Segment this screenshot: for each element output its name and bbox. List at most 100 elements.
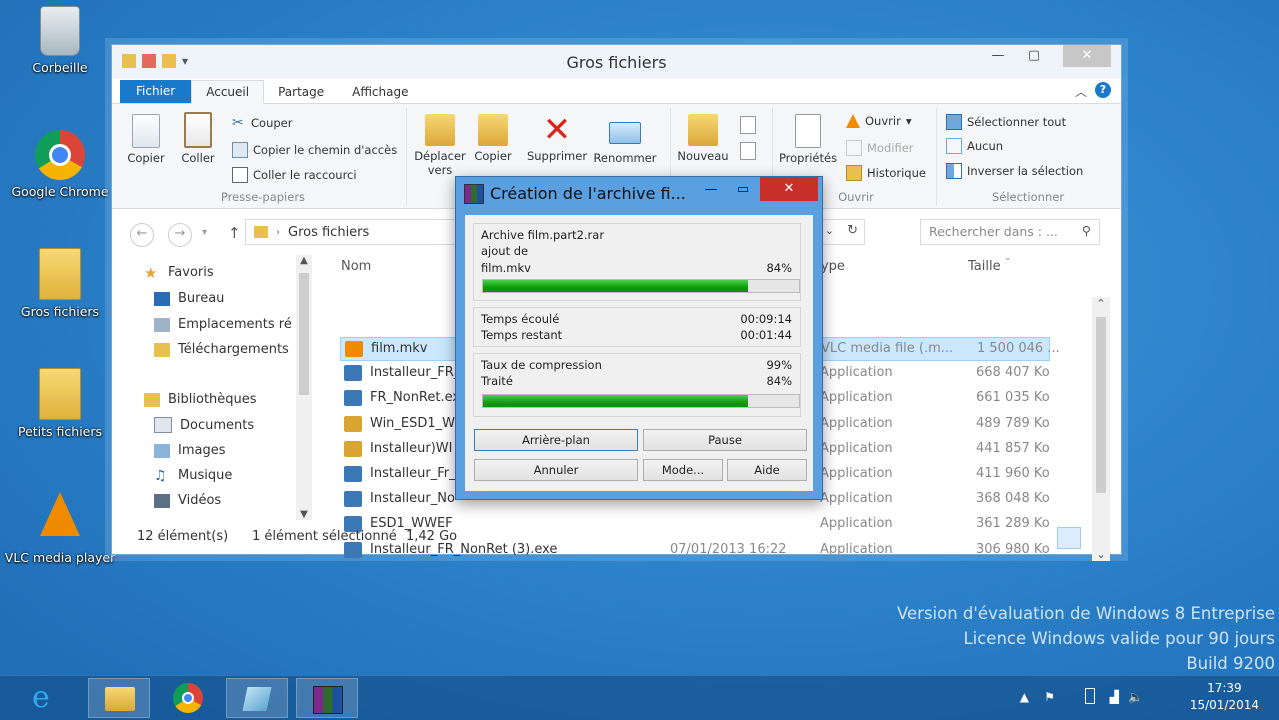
column-header-name[interactable]: Nom — [341, 259, 371, 274]
pause-button[interactable]: Pause — [643, 429, 807, 451]
network-signal-icon[interactable]: ▟ — [1110, 690, 1119, 704]
cancel-button[interactable]: Annuler — [474, 459, 638, 481]
history-button[interactable]: Historique — [846, 165, 926, 181]
help-icon[interactable]: ? — [1095, 82, 1111, 98]
new-folder-button[interactable]: Nouveau dossier — [672, 114, 734, 163]
tab-view[interactable]: Affichage — [338, 81, 422, 103]
maximize-button[interactable]: ▢ — [1017, 45, 1051, 67]
battery-icon[interactable] — [1085, 688, 1095, 704]
copy-path-button[interactable]: Copier le chemin d'accès — [232, 142, 397, 158]
tab-file[interactable]: Fichier — [120, 80, 192, 103]
tab-share[interactable]: Partage — [264, 81, 338, 103]
nav-libraries[interactable]: Bibliothèques — [144, 392, 257, 407]
dialog-minimize-button[interactable]: — — [698, 180, 724, 200]
nav-videos[interactable]: Vidéos — [154, 493, 221, 508]
nav-scroll-thumb[interactable] — [299, 273, 309, 395]
scroll-up-icon[interactable]: ▲ — [296, 255, 312, 266]
paste-shortcut-button[interactable]: Coller le raccourci — [232, 167, 357, 183]
column-header-size[interactable]: Taille — [968, 259, 1001, 274]
minimize-button[interactable]: — — [981, 45, 1015, 67]
nav-images[interactable]: Images — [154, 443, 226, 458]
taskbar-app[interactable] — [226, 678, 288, 718]
nav-documents[interactable]: Documents — [154, 417, 254, 433]
scroll-up-icon[interactable]: ⌃ — [1092, 297, 1110, 310]
file-scroll-thumb[interactable] — [1096, 317, 1106, 493]
desktop-icon-vlc[interactable]: VLC media player — [0, 488, 120, 565]
file-type: VLC media file (.m... — [821, 341, 954, 356]
nav-recent-places[interactable]: Emplacements ré — [154, 317, 292, 332]
invert-selection-button[interactable]: Inverser la sélection — [946, 163, 1083, 179]
breadcrumb-gros-fichiers[interactable]: Gros fichiers — [288, 225, 369, 240]
nav-favorites[interactable]: ★ Favoris — [144, 265, 214, 280]
nav-music[interactable]: ♫ Musique — [154, 468, 232, 483]
invert-selection-icon — [946, 163, 962, 179]
volume-icon[interactable]: 🔈 — [1128, 690, 1143, 704]
up-button[interactable]: ↑ — [228, 224, 241, 242]
file-progress-bar — [482, 279, 800, 293]
new-folder-icon — [688, 114, 718, 146]
clock[interactable]: 17:39 15/01/2014 — [1190, 680, 1259, 714]
nav-downloads[interactable]: Téléchargements — [154, 342, 289, 357]
select-all-button[interactable]: Sélectionner tout — [946, 114, 1066, 130]
refresh-icon[interactable]: ↻ — [847, 223, 858, 238]
scroll-down-icon[interactable]: ▼ — [296, 509, 312, 520]
dialog-titlebar[interactable]: Création de l'archive fi... — ▭ ✕ — [456, 177, 822, 207]
open-label: Ouvrir — [865, 114, 901, 128]
move-to-button[interactable]: Déplacer vers — [412, 114, 468, 177]
cut-button[interactable]: ✂ Couper — [232, 116, 292, 130]
properties-button[interactable]: Propriétés — [776, 114, 840, 165]
mode-button[interactable]: Mode... — [643, 459, 723, 481]
copy-button[interactable]: Copier — [124, 114, 168, 165]
desktop-icon-petits-fichiers[interactable]: Petits fichiers — [0, 368, 120, 439]
select-all-icon — [946, 114, 962, 130]
back-button[interactable]: ← — [130, 223, 154, 247]
ratio-label: Taux de compression — [481, 358, 602, 372]
close-button[interactable]: ✕ — [1063, 45, 1111, 67]
status-bar: 12 élément(s) 1 élément sélectionné 1,42… — [112, 520, 1121, 554]
dialog-close-button[interactable]: ✕ — [760, 177, 818, 201]
search-icon[interactable]: ⚲ — [1082, 223, 1091, 238]
taskbar-file-explorer[interactable] — [88, 678, 150, 718]
open-button[interactable]: Ouvrir ▾ — [846, 114, 912, 128]
copy-to-button[interactable]: Copier — [470, 114, 516, 163]
libraries-icon — [144, 392, 160, 407]
nav-label: Bibliothèques — [168, 392, 257, 407]
select-none-button[interactable]: Aucun — [946, 138, 1003, 154]
properties-icon — [795, 114, 821, 148]
edit-button[interactable]: Modifier — [846, 140, 914, 156]
taskbar-chrome[interactable] — [158, 678, 220, 718]
nav-scrollbar[interactable]: ▲ ▼ — [296, 255, 312, 520]
archive-dialog: Création de l'archive fi... — ▭ ✕ Archiv… — [455, 176, 823, 500]
taskbar-internet-explorer[interactable]: e — [18, 678, 80, 718]
easy-access-icon[interactable] — [740, 142, 756, 160]
collapse-ribbon-icon[interactable]: ︿ — [1075, 83, 1087, 100]
search-input[interactable]: Rechercher dans : ... ⚲ — [920, 219, 1100, 245]
taskbar-winrar[interactable] — [296, 678, 358, 718]
dialog-maximize-button[interactable]: ▭ — [730, 180, 756, 200]
dialog-body: Archive film.part2.rar ajout de film.mkv… — [465, 215, 813, 491]
help-button[interactable]: Aide — [727, 459, 807, 481]
forward-button[interactable]: → — [168, 223, 192, 247]
delete-button[interactable]: ✕ Supprimer — [524, 113, 590, 163]
background-button[interactable]: Arrière-plan — [474, 429, 638, 451]
large-icons-view-button[interactable] — [1089, 528, 1107, 546]
recent-locations-icon[interactable]: ▾ — [202, 227, 207, 238]
folder-path-icon — [254, 226, 268, 238]
path-dropdown-icon[interactable]: ⌄ — [825, 224, 834, 237]
file-name: Installeur)WI — [370, 440, 453, 456]
file-name: FR_NonRet.ex — [370, 390, 461, 406]
explorer-titlebar[interactable]: ▾ Gros fichiers — ▢ ✕ — [112, 45, 1121, 79]
nav-desktop[interactable]: Bureau — [154, 291, 224, 306]
new-item-icon[interactable] — [740, 116, 756, 134]
desktop-icon-recycle-bin[interactable]: Corbeille — [0, 6, 120, 75]
watermark-line3: Build 9200 — [1186, 654, 1275, 673]
details-view-button[interactable] — [1057, 527, 1081, 549]
paste-icon — [184, 112, 212, 148]
desktop-icon-gros-fichiers[interactable]: Gros fichiers — [0, 248, 120, 319]
action-center-flag-icon[interactable]: ⚑ — [1044, 690, 1055, 704]
paste-button[interactable]: Coller — [176, 112, 220, 165]
desktop-icon-chrome[interactable]: Google Chrome — [0, 130, 120, 199]
rename-button[interactable]: Renommer — [592, 114, 658, 165]
show-hidden-icons[interactable]: ▲ — [1020, 690, 1029, 704]
tab-home[interactable]: Accueil — [191, 80, 265, 104]
